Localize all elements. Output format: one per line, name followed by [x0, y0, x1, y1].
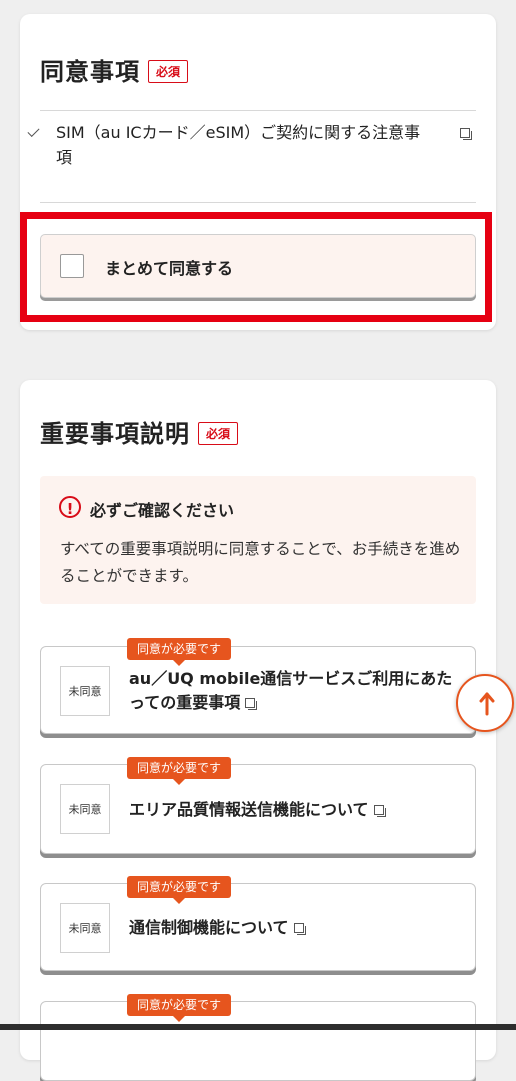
exclamation-circle-icon: ! [59, 496, 81, 518]
divider [40, 202, 476, 203]
doc-title: エリア品質情報送信機能について [129, 798, 459, 822]
consent-needed-badge: 同意が必要です [127, 876, 232, 904]
external-window-icon [373, 805, 386, 817]
external-window-icon [245, 698, 258, 710]
notice-box: ! 必ずご確認ください すべての重要事項説明に同意することで、お手続きを進めるこ… [40, 476, 476, 604]
doc-title: 通信制御機能について [129, 916, 459, 940]
external-window-icon [293, 923, 306, 935]
external-window-icon [460, 128, 472, 140]
notice-title: 必ずご確認ください [90, 501, 235, 520]
important-title-text: 重要事項説明 [40, 420, 190, 448]
consent-needed-badge: 同意が必要です [127, 757, 232, 785]
required-badge: 必須 [198, 422, 239, 445]
doc-status: 未同意 [60, 666, 110, 716]
highlight-frame [20, 212, 492, 322]
required-badge: 必須 [148, 60, 189, 83]
doc-item-service[interactable]: 未同意 au／UQ mobile通信サービスご利用にあたっての重要事項 [40, 646, 476, 734]
scroll-top-button[interactable] [456, 674, 514, 732]
important-title: 重要事項説明 必須 [40, 414, 239, 449]
doc-status: 未同意 [60, 903, 110, 953]
doc-title-text: 通信制御機能について [129, 918, 289, 937]
bottom-bar [0, 1024, 516, 1030]
doc-title-text: au／UQ mobile通信サービスご利用にあたっての重要事項 [129, 669, 453, 712]
doc-item-traffic-control[interactable]: 未同意 通信制御機能について [40, 883, 476, 971]
divider [40, 110, 476, 111]
doc-title-text: エリア品質情報送信機能について [129, 800, 369, 819]
doc-status: 未同意 [60, 784, 110, 834]
consent-title-text: 同意事項 [40, 58, 140, 86]
doc-title: au／UQ mobile通信サービスご利用にあたっての重要事項 [129, 667, 459, 715]
arrow-up-icon [479, 692, 495, 716]
consent-needed-badge: 同意が必要です [127, 994, 232, 1022]
doc-item-partial[interactable] [40, 1001, 476, 1081]
consent-title: 同意事項 必須 [40, 52, 189, 87]
consent-needed-badge: 同意が必要です [127, 638, 232, 666]
doc-item-area-quality[interactable]: 未同意 エリア品質情報送信機能について [40, 764, 476, 854]
notice-body: すべての重要事項説明に同意することで、お手続きを進めることができます。 [60, 540, 461, 585]
consent-item-text: SIM（au ICカード／eSIM）ご契約に関する注意事項 [56, 123, 421, 167]
